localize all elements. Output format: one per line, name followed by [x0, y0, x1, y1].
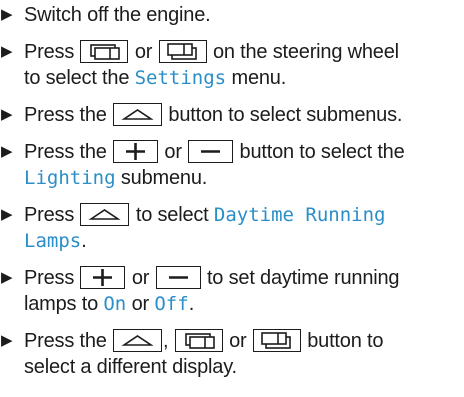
lamps-label: Lamps [24, 230, 82, 252]
on-value-label: On [103, 293, 127, 315]
bullet-icon: ▶ [1, 143, 13, 160]
display-next-key-icon [158, 40, 207, 63]
settings-menu-label: Settings [134, 67, 227, 89]
daytime-running-label: Daytime Running [213, 204, 386, 226]
instruction-list: ▶ Switch off the engine. ▶ Press or on t… [0, 2, 464, 391]
step-6: ▶ Press or to set daytime running lamps … [0, 265, 464, 317]
step-7: ▶ Press the , or button to select a diff… [0, 328, 464, 380]
display-previous-key-icon [80, 40, 129, 63]
step-2-text-a: Press [24, 41, 75, 63]
step-4: ▶ Press the or button to select the Ligh… [0, 139, 464, 191]
step-2: ▶ Press or on the steering wheel to sele… [0, 39, 464, 91]
bullet-icon: ▶ [1, 43, 13, 60]
step-2-text-c: on the steering wheel [212, 41, 399, 63]
step-6-text-d: lamps to [24, 293, 98, 315]
step-4-text-a: Press the [24, 141, 107, 163]
step-7-text-a: Press the [24, 330, 107, 352]
step-4-text-b: or [164, 141, 182, 163]
bullet-icon: ▶ [1, 106, 13, 123]
display-next-key-icon [252, 329, 301, 352]
minus-key-icon [155, 266, 201, 289]
step-6-text-f: or [131, 293, 150, 315]
step-1: ▶ Switch off the engine. [0, 2, 464, 28]
step-7-text-c: or [229, 330, 247, 352]
plus-key-icon [113, 140, 159, 163]
step-3: ▶ Press the button to select submenus. [0, 102, 464, 128]
step-5-text-a: Press [24, 204, 75, 226]
step-2-text-f: menu. [231, 67, 287, 89]
up-arrow-key-icon [113, 329, 163, 352]
step-5-period: . [81, 230, 87, 252]
step-6-text-a: Press [24, 267, 75, 289]
step-5: ▶ Press to select Daytime Running Lamps. [0, 202, 464, 254]
plus-key-icon [80, 266, 126, 289]
display-previous-key-icon [174, 329, 223, 352]
bullet-icon: ▶ [1, 206, 13, 223]
bullet-icon: ▶ [1, 332, 13, 349]
bullet-icon: ▶ [1, 6, 13, 23]
lighting-submenu-label: Lighting [24, 167, 116, 189]
step-2-text-d: to select the [24, 67, 130, 89]
step-7-text-d: button to [307, 330, 384, 352]
step-6-text-b: or [131, 267, 150, 289]
step-4-text-e: submenu. [120, 167, 208, 189]
step-2-text-b: or [134, 41, 153, 63]
off-value-label: Off [154, 293, 189, 315]
step-3-text-a: Press the [24, 104, 107, 126]
step-4-text-c: button to select the [239, 141, 405, 163]
step-6-period: . [188, 293, 195, 315]
step-7-text-e: select a different display. [24, 356, 237, 378]
step-3-text-b: button to select submenus. [168, 104, 403, 126]
step-7-comma: , [163, 330, 169, 352]
step-5-text-b: to select [135, 204, 209, 226]
minus-key-icon [188, 140, 234, 163]
up-arrow-key-icon [80, 203, 130, 226]
bullet-icon: ▶ [1, 269, 13, 286]
step-1-text: Switch off the engine. [24, 4, 211, 26]
up-arrow-key-icon [113, 103, 163, 126]
step-6-text-c: to set daytime running [206, 267, 400, 289]
